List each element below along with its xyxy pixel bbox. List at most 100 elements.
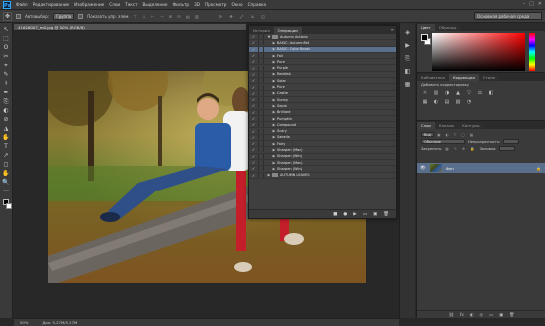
- delete-layer-icon[interactable]: 🗑: [509, 312, 514, 318]
- brightness-icon[interactable]: ☼: [421, 90, 429, 96]
- group-icon[interactable]: ▭: [489, 312, 493, 317]
- dialog-toggle[interactable]: [258, 97, 264, 103]
- toggle-checkmark-icon[interactable]: ✓: [249, 154, 258, 159]
- fill-field[interactable]: [499, 146, 516, 151]
- menu-view[interactable]: Просмотр: [205, 2, 227, 7]
- menu-help[interactable]: Справка: [248, 2, 266, 7]
- tab-color[interactable]: Цвет: [417, 24, 435, 31]
- show-controls-checkbox[interactable]: [78, 13, 84, 19]
- hue-slider[interactable]: [529, 33, 535, 71]
- maximize-button[interactable]: □: [529, 1, 534, 7]
- tab-channels[interactable]: Каналы: [434, 122, 459, 129]
- dialog-toggle[interactable]: [258, 153, 264, 159]
- levels-icon[interactable]: ▥: [432, 90, 440, 96]
- action-set-row[interactable]: ✓ ▶ AUTUMN LEAVES: [249, 172, 396, 179]
- more-tools-icon[interactable]: ···: [2, 188, 11, 196]
- dialog-toggle[interactable]: [258, 109, 264, 115]
- toggle-checkmark-icon[interactable]: ✓: [249, 53, 258, 58]
- shape-tool-icon[interactable]: ◻: [2, 161, 11, 169]
- toggle-checkmark-icon[interactable]: ✓: [249, 72, 258, 77]
- trash-icon[interactable]: 🗑: [383, 212, 389, 217]
- auto-select-checkbox[interactable]: [16, 13, 21, 19]
- eye-icon[interactable]: 👁: [420, 166, 426, 171]
- navigator-icon[interactable]: ◈: [403, 29, 413, 37]
- toggle-checkmark-icon[interactable]: ✓: [249, 110, 258, 115]
- toggle-checkmark-icon[interactable]: ✓: [249, 66, 258, 71]
- swatches-panel-icon[interactable]: ▦: [403, 81, 413, 89]
- dialog-toggle[interactable]: [258, 65, 264, 71]
- menu-layers[interactable]: Слои: [109, 2, 120, 7]
- crop-tool-icon[interactable]: ✂: [2, 53, 11, 61]
- close-button[interactable]: ✕: [538, 1, 542, 7]
- toggle-checkmark-icon[interactable]: ✓: [249, 147, 258, 152]
- toggle-checkmark-icon[interactable]: ✓: [249, 85, 258, 90]
- dodge-tool-icon[interactable]: ✋: [2, 134, 11, 142]
- blur-tool-icon[interactable]: ◮: [2, 125, 11, 133]
- menu-image[interactable]: Изображение: [74, 2, 104, 7]
- new-layer-icon[interactable]: ▣: [499, 312, 503, 317]
- dialog-toggle[interactable]: [258, 59, 264, 65]
- tab-adjustments[interactable]: Коррекция: [448, 74, 479, 81]
- 3d-mode-icons[interactable]: ⟳ ✥ ⤢ ⇲ ◫: [219, 14, 268, 19]
- dialog-toggle[interactable]: [258, 90, 264, 96]
- properties-panel-icon[interactable]: ◧: [403, 68, 413, 76]
- path-selection-tool-icon[interactable]: ↗: [2, 152, 11, 160]
- eraser-tool-icon[interactable]: ◐: [2, 107, 11, 115]
- gradient-tool-icon[interactable]: ⊘: [2, 116, 11, 124]
- panel-menu-icon[interactable]: ≡: [391, 27, 394, 32]
- exposure-icon[interactable]: ▲: [454, 90, 462, 96]
- menu-select[interactable]: Выделение: [143, 2, 168, 7]
- menu-edit[interactable]: Редактирование: [33, 2, 70, 7]
- color-panel-foreground-swatch[interactable]: [421, 34, 428, 41]
- stop-icon[interactable]: ■: [333, 212, 337, 217]
- selective-color-icon[interactable]: ◔: [465, 99, 473, 105]
- toggle-checkmark-icon[interactable]: ✓: [249, 59, 258, 64]
- toggle-checkmark-icon[interactable]: ✓: [249, 166, 258, 171]
- toggle-checkmark-icon[interactable]: ✓: [249, 135, 258, 140]
- tab-actions[interactable]: Операции: [273, 27, 302, 34]
- dialog-toggle[interactable]: [258, 46, 264, 52]
- posterize-icon[interactable]: ▤: [443, 99, 451, 105]
- toggle-checkmark-icon[interactable]: ✓: [249, 173, 258, 178]
- blend-mode-dropdown[interactable]: Обычные: [421, 139, 465, 144]
- background-color-swatch[interactable]: [5, 203, 12, 209]
- layer-kind-dropdown[interactable]: Вид: [421, 132, 435, 137]
- opacity-field[interactable]: [503, 139, 520, 144]
- hand-tool-icon[interactable]: ✋: [2, 170, 11, 178]
- toggle-checkmark-icon[interactable]: ✓: [249, 78, 258, 83]
- play-panel-icon[interactable]: ▶: [403, 42, 413, 50]
- align-icons[interactable]: ⊤ ⊥ ⊢ ⊣ ⊞ ⊟ ▤ ▥: [134, 14, 201, 19]
- history-brush-tool-icon[interactable]: ⎘: [2, 98, 11, 106]
- dialog-toggle[interactable]: [258, 78, 264, 84]
- curves-icon[interactable]: ◑: [443, 90, 451, 96]
- lasso-tool-icon[interactable]: ʘ: [2, 44, 11, 52]
- toggle-checkmark-icon[interactable]: ✓: [249, 160, 258, 165]
- marquee-tool-icon[interactable]: ⬚: [2, 35, 11, 43]
- tab-history[interactable]: История: [249, 27, 274, 34]
- new-set-icon[interactable]: ▭: [363, 212, 367, 217]
- dialog-toggle[interactable]: [258, 84, 264, 90]
- menu-file[interactable]: Файл: [16, 2, 28, 7]
- toggle-checkmark-icon[interactable]: ✓: [249, 97, 258, 102]
- toggle-checkmark-icon[interactable]: ✓: [249, 47, 258, 52]
- layer-filter-icons[interactable]: ▣ ◐ T ▢ ▦: [437, 133, 475, 137]
- gradient-map-icon[interactable]: ▧: [454, 99, 462, 105]
- vibrance-icon[interactable]: ▽: [465, 90, 473, 96]
- toggle-checkmark-icon[interactable]: ✓: [249, 103, 258, 108]
- black-white-icon[interactable]: ◧: [487, 90, 495, 96]
- tab-libraries[interactable]: Библиотеки: [417, 74, 449, 81]
- brush-tool-icon[interactable]: ⚕: [2, 80, 11, 88]
- eyedropper-tool-icon[interactable]: ⌖: [2, 62, 11, 70]
- type-tool-icon[interactable]: T: [2, 143, 11, 151]
- dialog-toggle[interactable]: [258, 134, 264, 140]
- dialog-toggle[interactable]: [258, 147, 264, 153]
- toggle-checkmark-icon[interactable]: ✓: [249, 129, 258, 134]
- dialog-toggle[interactable]: [258, 116, 264, 121]
- link-icon[interactable]: ⛓: [449, 312, 454, 318]
- menu-3d[interactable]: 3D: [194, 2, 200, 7]
- dialog-toggle[interactable]: [258, 166, 264, 172]
- tab-swatches[interactable]: Образцы: [434, 24, 461, 31]
- history-panel-icon[interactable]: ⎘: [403, 55, 413, 63]
- auto-select-dropdown[interactable]: Группа: [53, 12, 75, 20]
- lock-icons[interactable]: ▦ ✎ ✥ 🔒: [445, 147, 476, 151]
